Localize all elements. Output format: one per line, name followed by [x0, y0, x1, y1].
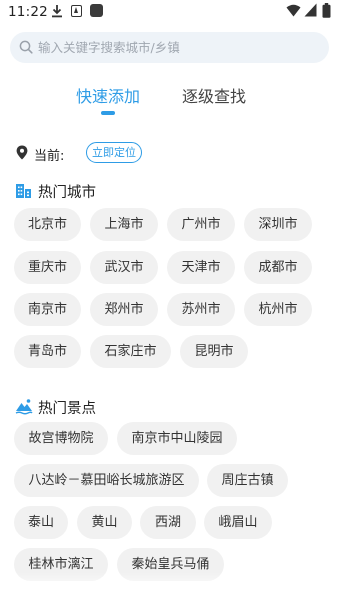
signal-icon [304, 3, 317, 17]
city-chip[interactable]: 上海市 [90, 208, 158, 241]
spot-chip[interactable]: 黄山 [77, 506, 132, 539]
spot-chip[interactable]: 西湖 [140, 506, 196, 539]
tab-step-search[interactable]: 逐级查找 [182, 83, 246, 107]
locate-now-button[interactable]: 立即定位 [86, 142, 142, 163]
search-bar [10, 32, 329, 63]
download-icon [52, 5, 62, 18]
hot-cities-title: 热门城市 [38, 185, 96, 201]
search-icon [19, 40, 33, 54]
search-input[interactable] [38, 32, 318, 63]
active-tab-indicator [101, 111, 115, 115]
city-chip[interactable]: 昆明市 [180, 335, 248, 368]
spot-chip[interactable]: 故宫博物院 [14, 422, 108, 455]
city-chip[interactable]: 武汉市 [90, 251, 158, 284]
a-icon [71, 5, 82, 17]
city-chip[interactable]: 北京市 [14, 208, 81, 241]
city-chip[interactable]: 重庆市 [14, 251, 81, 284]
city-chip[interactable]: 深圳市 [244, 208, 312, 241]
spot-chip[interactable]: 泰山 [14, 506, 68, 539]
city-chip[interactable]: 郑州市 [90, 293, 158, 326]
location-pin-icon [16, 145, 28, 160]
spot-chip[interactable]: 周庄古镇 [207, 464, 288, 497]
status-bar: 11:22 [0, 0, 337, 26]
city-chip[interactable]: 石家庄市 [90, 335, 171, 368]
city-chip[interactable]: 广州市 [167, 208, 235, 241]
spot-chip[interactable]: 峨眉山 [204, 506, 272, 539]
buildings-icon [16, 184, 31, 198]
scroll-fade [0, 572, 337, 600]
city-chip[interactable]: 苏州市 [167, 293, 235, 326]
hot-spots-title: 热门景点 [38, 401, 96, 417]
battery-icon [322, 3, 331, 18]
city-chip[interactable]: 杭州市 [244, 293, 312, 326]
city-chip[interactable]: 青岛市 [14, 335, 81, 368]
city-chip[interactable]: 成都市 [244, 251, 312, 284]
spot-chip[interactable]: 南京市中山陵园 [117, 422, 237, 455]
wifi-icon [286, 4, 301, 17]
scenic-icon [15, 399, 33, 415]
status-time: 11:22 [8, 4, 48, 20]
city-chip[interactable]: 天津市 [167, 251, 235, 284]
city-chip[interactable]: 南京市 [14, 293, 81, 326]
spot-chip[interactable]: 八达岭－慕田峪长城旅游区 [14, 464, 199, 497]
current-label: 当前: [34, 149, 65, 164]
app-icon [90, 4, 103, 17]
tab-quick-add[interactable]: 快速添加 [76, 83, 140, 107]
